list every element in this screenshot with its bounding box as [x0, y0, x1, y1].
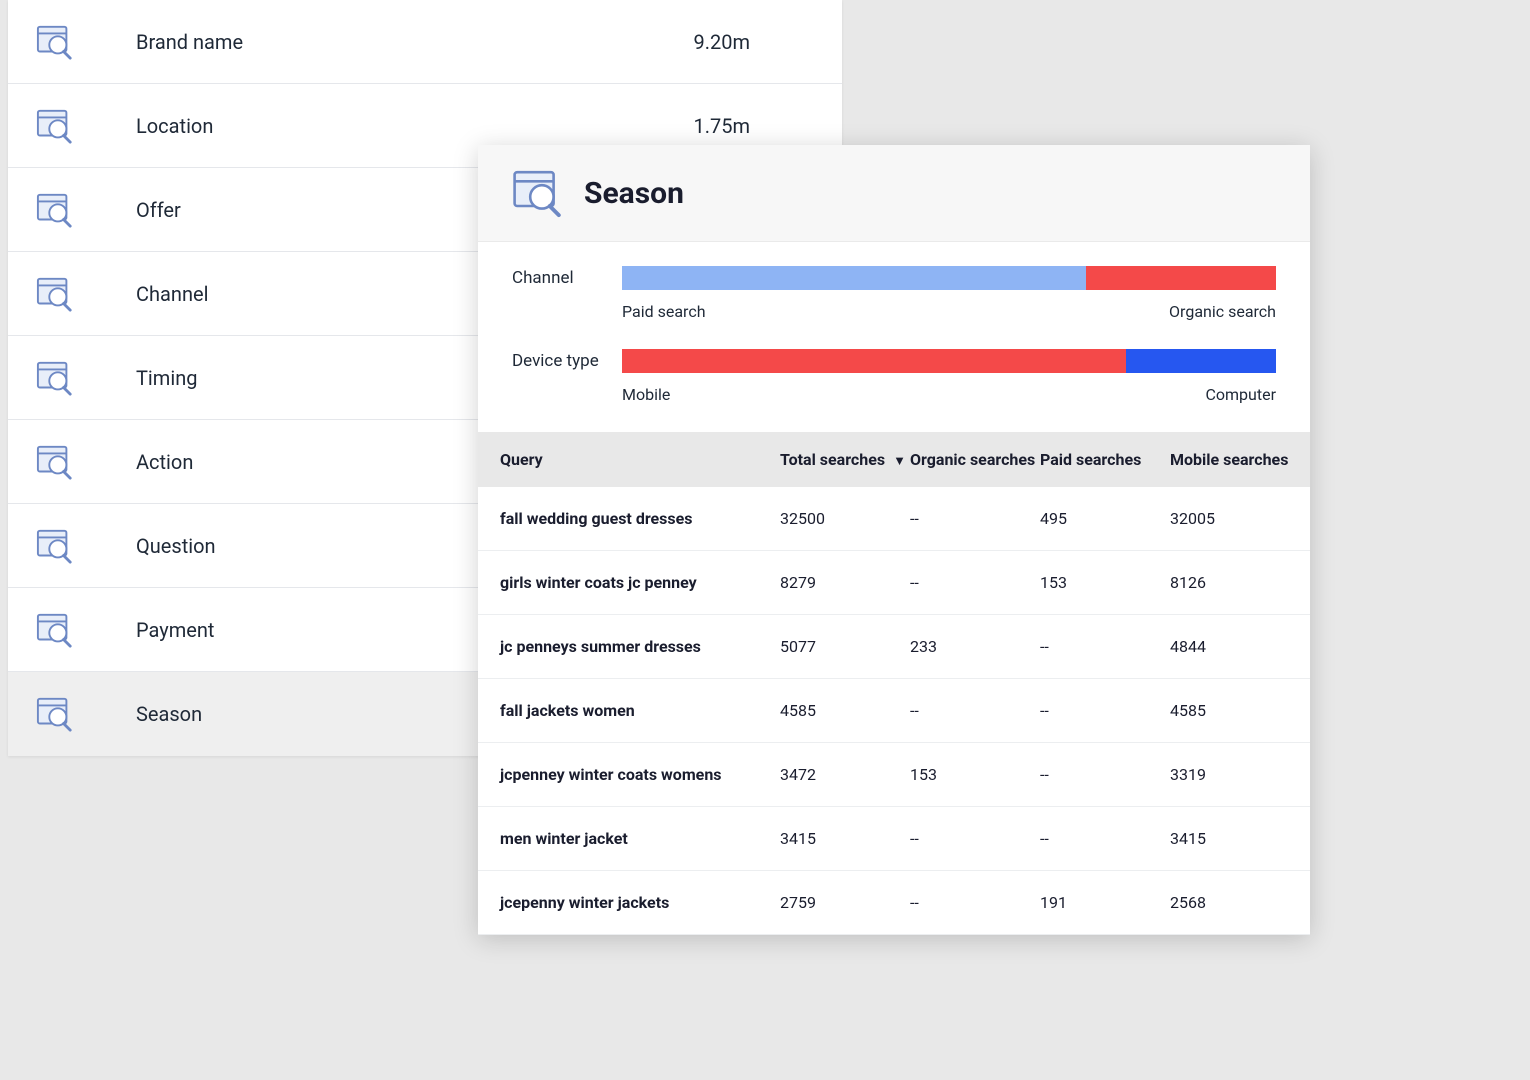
cell-query: jcpenney winter coats womens: [500, 765, 780, 784]
cell-organic: --: [910, 893, 1040, 912]
cell-query: fall wedding guest dresses: [500, 509, 780, 528]
col-header-mobile[interactable]: Mobile searches: [1170, 450, 1300, 469]
cell-organic: --: [910, 573, 1040, 592]
window-search-icon: [36, 275, 74, 313]
cell-total: 3472: [780, 765, 910, 784]
device-right-legend: Computer: [1205, 385, 1276, 404]
cell-query: jc penneys summer dresses: [500, 637, 780, 656]
category-label: Brand name: [136, 30, 693, 54]
category-label: Location: [136, 114, 693, 138]
cell-organic: 233: [910, 637, 1040, 656]
cell-total: 4585: [780, 701, 910, 720]
category-value: 9.20m: [693, 30, 814, 54]
table-row[interactable]: girls winter coats jc penney8279--153812…: [478, 551, 1310, 615]
cell-total: 3415: [780, 829, 910, 848]
query-table: Query Total searches ▼ Organic searches …: [478, 432, 1310, 935]
table-row[interactable]: fall jackets women4585----4585: [478, 679, 1310, 743]
channel-bar-paid-segment: [622, 266, 1086, 290]
device-bar-computer-segment: [1126, 349, 1276, 373]
channel-bar-track: [622, 266, 1276, 290]
table-row[interactable]: jcepenny winter jackets2759--1912568: [478, 871, 1310, 935]
cell-paid: 495: [1040, 509, 1170, 528]
cell-paid: --: [1040, 829, 1170, 848]
cell-total: 2759: [780, 893, 910, 912]
cell-organic: 153: [910, 765, 1040, 784]
table-row[interactable]: men winter jacket3415----3415: [478, 807, 1310, 871]
window-search-icon: [36, 191, 74, 229]
channel-bar-label: Channel: [512, 266, 622, 288]
cell-mobile: 3319: [1170, 765, 1300, 784]
cell-mobile: 8126: [1170, 573, 1300, 592]
col-header-paid[interactable]: Paid searches: [1040, 450, 1170, 469]
device-bar-container: Mobile Computer: [622, 349, 1276, 404]
panel-header: Season: [478, 145, 1310, 242]
cell-query: jcepenny winter jackets: [500, 893, 780, 912]
device-bar-track: [622, 349, 1276, 373]
cell-paid: 153: [1040, 573, 1170, 592]
window-search-icon: [36, 527, 74, 565]
cell-query: fall jackets women: [500, 701, 780, 720]
category-value: 1.75m: [693, 114, 814, 138]
cell-mobile: 2568: [1170, 893, 1300, 912]
channel-bar-row: Channel Paid search Organic search: [512, 266, 1276, 321]
cell-total: 5077: [780, 637, 910, 656]
window-search-icon: [36, 443, 74, 481]
window-search-icon: [36, 359, 74, 397]
channel-left-legend: Paid search: [622, 302, 706, 321]
cell-paid: 191: [1040, 893, 1170, 912]
cell-paid: --: [1040, 637, 1170, 656]
cell-mobile: 4844: [1170, 637, 1300, 656]
col-header-total[interactable]: Total searches ▼: [780, 450, 910, 469]
col-header-organic[interactable]: Organic searches: [910, 450, 1040, 469]
cell-organic: --: [910, 829, 1040, 848]
detail-panel: Season Channel Paid search Organic searc…: [478, 145, 1310, 935]
device-bar-mobile-segment: [622, 349, 1126, 373]
table-row[interactable]: fall wedding guest dresses32500--4953200…: [478, 487, 1310, 551]
window-search-icon: [36, 23, 74, 61]
window-search-icon: [36, 107, 74, 145]
query-table-header: Query Total searches ▼ Organic searches …: [478, 432, 1310, 487]
device-bar-legend: Mobile Computer: [622, 385, 1276, 404]
channel-right-legend: Organic search: [1169, 302, 1276, 321]
col-header-total-label: Total searches: [780, 450, 885, 469]
cell-query: men winter jacket: [500, 829, 780, 848]
channel-bar-organic-segment: [1086, 266, 1276, 290]
table-row[interactable]: jcpenney winter coats womens3472153--331…: [478, 743, 1310, 807]
category-row[interactable]: Brand name9.20m: [8, 0, 842, 84]
device-left-legend: Mobile: [622, 385, 670, 404]
cell-organic: --: [910, 701, 1040, 720]
cell-total: 8279: [780, 573, 910, 592]
cell-paid: --: [1040, 765, 1170, 784]
cell-mobile: 4585: [1170, 701, 1300, 720]
cell-mobile: 3415: [1170, 829, 1300, 848]
table-row[interactable]: jc penneys summer dresses5077233--4844: [478, 615, 1310, 679]
window-search-icon: [36, 695, 74, 733]
cell-total: 32500: [780, 509, 910, 528]
col-header-query[interactable]: Query: [500, 450, 780, 469]
cell-organic: --: [910, 509, 1040, 528]
device-bar-label: Device type: [512, 349, 622, 371]
query-table-body: fall wedding guest dresses32500--4953200…: [478, 487, 1310, 935]
cell-mobile: 32005: [1170, 509, 1300, 528]
window-search-icon: [36, 611, 74, 649]
cell-query: girls winter coats jc penney: [500, 573, 780, 592]
sort-desc-icon: ▼: [893, 454, 906, 469]
distribution-bars: Channel Paid search Organic search Devic…: [478, 242, 1310, 432]
device-bar-row: Device type Mobile Computer: [512, 349, 1276, 404]
channel-bar-legend: Paid search Organic search: [622, 302, 1276, 321]
window-search-icon: [512, 167, 564, 219]
panel-title: Season: [584, 176, 684, 211]
channel-bar-container: Paid search Organic search: [622, 266, 1276, 321]
cell-paid: --: [1040, 701, 1170, 720]
